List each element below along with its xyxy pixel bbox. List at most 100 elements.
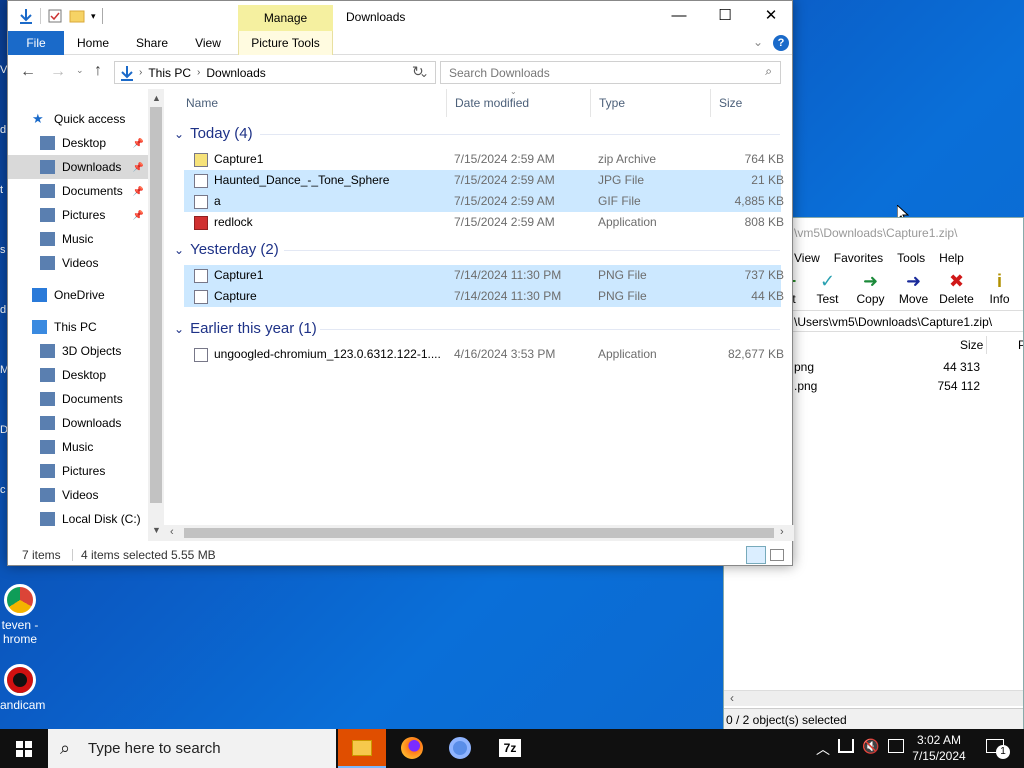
desktop-shortcut-chrome[interactable]: teven - hrome <box>0 584 40 646</box>
breadcrumb-this-pc[interactable]: This PC <box>148 66 191 80</box>
column-name[interactable]: Name <box>186 89 218 117</box>
file-row[interactable]: Capture1 7/15/2024 2:59 AM zip Archive 764 … <box>184 149 784 170</box>
sidebar-item-quick-access[interactable]: ★ Quick access <box>8 107 148 131</box>
7zip-move-button[interactable]: ➜ Move <box>892 270 935 310</box>
sidebar-item-videos[interactable]: Videos <box>8 251 148 275</box>
file-group-header[interactable]: ⌄ Yesterday (2) <box>174 239 279 261</box>
tab-picture-tools[interactable]: Picture Tools <box>238 31 333 55</box>
file-row[interactable]: Capture 7/14/2024 11:30 PM PNG File 44 KB <box>184 286 784 307</box>
maximize-button[interactable]: ☐ <box>702 1 748 31</box>
address-bar[interactable]: › This PC › Downloads ⌄ <box>114 61 436 84</box>
collapse-chevron-icon[interactable]: ⌄ <box>174 243 184 257</box>
volume-muted-icon[interactable]: 🔇 <box>862 738 879 755</box>
file-explorer-window[interactable]: ▾ Manage Downloads — ☐ ✕ File Home Share… <box>7 0 794 566</box>
taskbar-file-explorer[interactable] <box>338 729 386 768</box>
file-date: 7/15/2024 2:59 AM <box>454 152 555 166</box>
sidebar-item-local-disk-c[interactable]: Local Disk (C:) <box>8 507 148 531</box>
minimize-button[interactable]: — <box>656 1 702 31</box>
sidebar-item-onedrive[interactable]: OneDrive <box>8 283 148 307</box>
sidebar-item-videos[interactable]: Videos <box>8 483 148 507</box>
expand-ribbon-chevron-icon[interactable]: ⌄ <box>753 35 763 49</box>
horizontal-scroll-thumb[interactable] <box>184 528 774 538</box>
recent-locations-chevron-icon[interactable]: ⌄ <box>76 65 84 76</box>
7zip-copy-button[interactable]: ➜ Copy <box>849 270 892 310</box>
sidebar-item-documents[interactable]: Documents 📌 <box>8 179 148 203</box>
customize-qat-chevron-icon[interactable]: ▾ <box>91 11 96 22</box>
file-row[interactable]: a 7/15/2024 2:59 AM GIF File 4,885 KB <box>184 191 784 212</box>
sidebar-item-desktop[interactable]: Desktop 📌 <box>8 131 148 155</box>
sidebar-item-desktop[interactable]: Desktop <box>8 363 148 387</box>
desktop-edge-letters: V d t s d M D c <box>0 64 10 496</box>
7zip-menu-favorites[interactable]: Favorites <box>834 251 883 270</box>
7zip-menu-tools[interactable]: Tools <box>897 251 925 270</box>
manage-contextual-tab[interactable]: Manage <box>238 5 333 31</box>
sidebar-item-this-pc[interactable]: This PC <box>8 315 148 339</box>
up-arrow-icon[interactable]: ↑ <box>94 62 102 80</box>
sidebar-item-pictures[interactable]: Pictures 📌 <box>8 203 148 227</box>
taskbar-search-input[interactable]: ⌕ Type here to search <box>48 729 336 768</box>
taskbar-firefox[interactable] <box>388 729 436 768</box>
pen-workspace-icon[interactable] <box>888 739 904 753</box>
nav-scroll-thumb[interactable] <box>150 107 162 503</box>
sidebar-item-documents[interactable]: Documents <box>8 387 148 411</box>
start-button[interactable] <box>0 729 48 768</box>
collapse-chevron-icon[interactable]: ⌄ <box>174 322 184 336</box>
file-type: JPG File <box>598 173 645 187</box>
desktop-shortcut-bandicam[interactable]: andicam <box>0 664 45 712</box>
column-date-modified[interactable]: Date modified <box>446 89 592 117</box>
search-input[interactable]: Search Downloads ⌕ <box>440 61 781 84</box>
7zip-menu-help[interactable]: Help <box>939 251 964 270</box>
7zip-col-p[interactable]: P <box>1018 338 1023 352</box>
details-view-icon[interactable] <box>746 546 766 564</box>
sidebar-item-downloads[interactable]: Downloads <box>8 411 148 435</box>
file-row[interactable]: Haunted_Dance_-_Tone_Sphere 7/15/2024 2:5… <box>184 170 784 191</box>
info-icon: i <box>996 271 1002 291</box>
7zip-test-button[interactable]: ✓ Test <box>806 270 849 310</box>
network-icon[interactable] <box>838 739 854 753</box>
sidebar-item-music[interactable]: Music <box>8 435 148 459</box>
sidebar-item-downloads[interactable]: Downloads 📌 <box>8 155 148 179</box>
clock[interactable]: 3:02 AM 7/15/2024 <box>906 732 972 764</box>
file-row[interactable]: redlock 7/15/2024 2:59 AM Application 808 K… <box>184 212 784 233</box>
taskbar-chromium[interactable] <box>436 729 484 768</box>
new-folder-icon[interactable] <box>69 8 85 24</box>
tab-share[interactable]: Share <box>126 31 178 55</box>
sidebar-item-music[interactable]: Music <box>8 227 148 251</box>
file-row[interactable]: Capture1 7/14/2024 11:30 PM PNG File 737 KB <box>184 265 784 286</box>
large-icons-view-icon[interactable] <box>770 549 784 561</box>
application-icon <box>194 216 208 230</box>
file-list-horizontal-scrollbar[interactable]: ‹ › <box>164 525 794 541</box>
close-button[interactable]: ✕ <box>748 1 794 31</box>
properties-icon[interactable] <box>47 8 63 24</box>
file-group-header[interactable]: ⌄ Earlier this year (1) <box>174 318 317 340</box>
sidebar-item-3d-objects[interactable]: 3D Objects <box>8 339 148 363</box>
tab-file[interactable]: File <box>8 31 64 55</box>
back-arrow-icon[interactable]: ← <box>20 63 36 81</box>
column-type[interactable]: Type <box>590 89 710 117</box>
breadcrumb-downloads[interactable]: Downloads <box>206 66 265 80</box>
file-type: Application <box>598 215 657 229</box>
nav-item-icon <box>40 416 55 430</box>
sidebar-item-pictures[interactable]: Pictures <box>8 459 148 483</box>
7zip-info-button[interactable]: i Info <box>978 270 1021 310</box>
7zip-horizontal-scrollbar[interactable]: ‹ <box>724 690 1023 706</box>
column-size[interactable]: Size <box>710 89 786 117</box>
show-hidden-icons-chevron-icon[interactable]: ︿ <box>816 739 830 759</box>
collapse-chevron-icon[interactable]: ⌄ <box>174 127 184 141</box>
refresh-icon[interactable]: ↻ <box>412 63 424 80</box>
nav-item-icon <box>40 488 55 502</box>
file-row[interactable]: ungoogled-chromium_123.0.6312.122-1.... 4… <box>184 344 784 365</box>
tab-view[interactable]: View <box>184 31 232 55</box>
7zip-menu-view[interactable]: View <box>794 251 820 270</box>
download-arrow-icon[interactable] <box>18 8 34 24</box>
7zip-delete-button[interactable]: ✖ Delete <box>935 270 978 310</box>
file-group-header[interactable]: ⌄ Today (4) <box>174 123 253 145</box>
nav-vertical-scrollbar[interactable]: ▲ ▼ <box>148 89 164 541</box>
notification-center-button[interactable]: 1 <box>978 729 1018 768</box>
help-icon[interactable]: ? <box>773 35 789 51</box>
taskbar: ⌕ Type here to search 7z ︿ 🔇 3:02 AM 7/1… <box>0 729 1024 768</box>
forward-arrow-icon[interactable]: → <box>50 63 66 81</box>
tab-home[interactable]: Home <box>68 31 118 55</box>
7zip-col-size[interactable]: Size <box>960 338 983 352</box>
taskbar-7zip[interactable]: 7z <box>486 729 534 768</box>
